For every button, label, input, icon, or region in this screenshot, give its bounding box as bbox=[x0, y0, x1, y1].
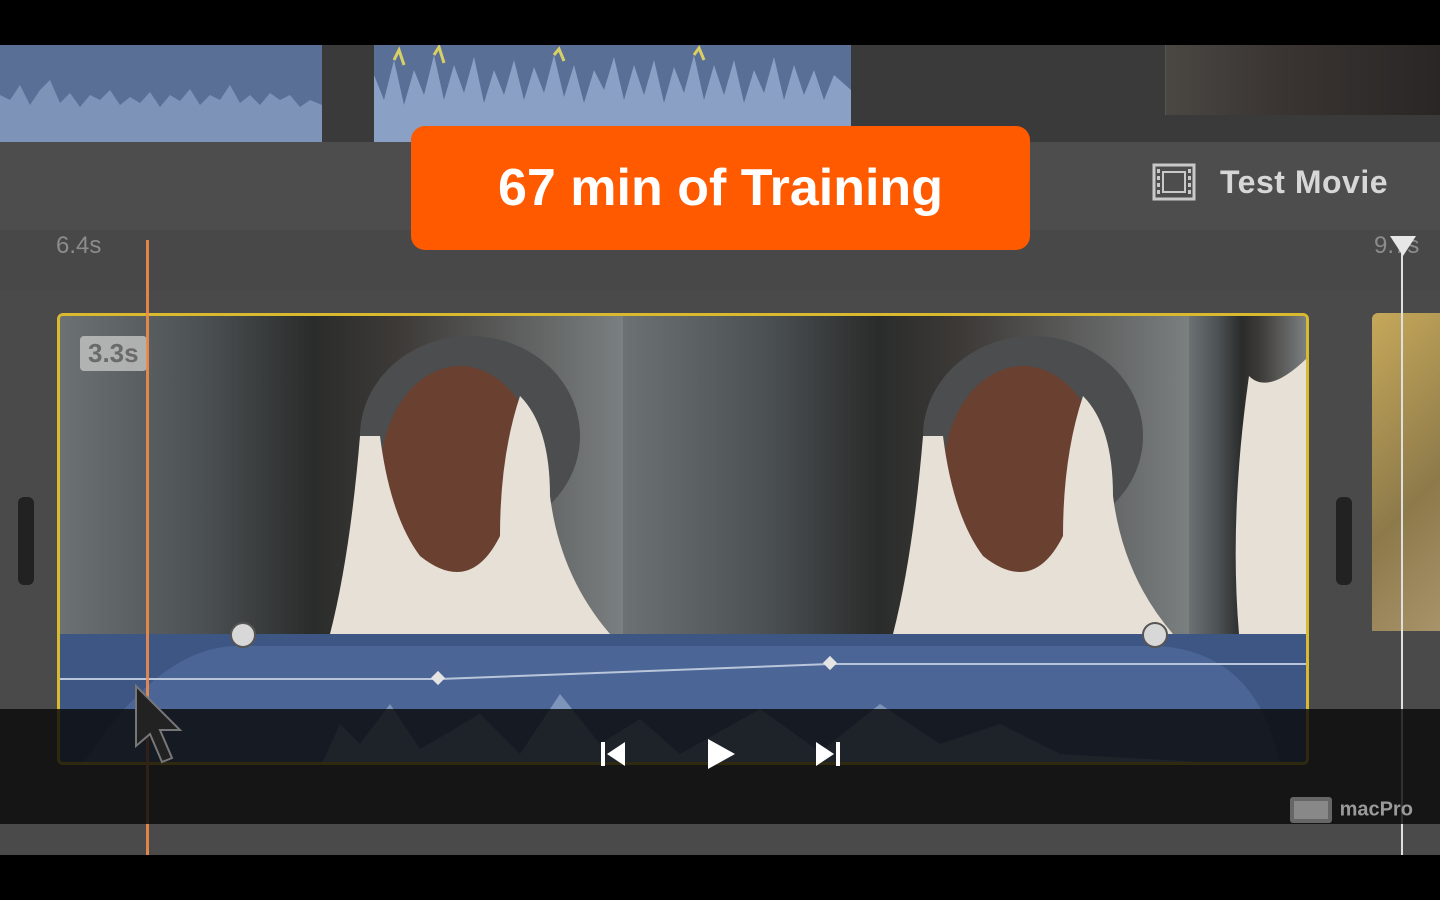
fade-handle-right[interactable] bbox=[1142, 622, 1168, 648]
project-title[interactable]: Test Movie bbox=[1220, 164, 1388, 201]
play-icon[interactable] bbox=[706, 738, 736, 775]
cursor-icon bbox=[134, 683, 194, 779]
clip-frame bbox=[623, 316, 1189, 634]
ruler-start-time: 6.4s bbox=[56, 232, 102, 259]
trim-handle-left[interactable] bbox=[18, 497, 34, 585]
fade-handle-left[interactable] bbox=[230, 622, 256, 648]
selected-clip[interactable] bbox=[57, 313, 1309, 765]
skimmer-marker-icon[interactable] bbox=[1390, 236, 1416, 256]
skip-back-icon[interactable] bbox=[601, 740, 627, 773]
playback-controls bbox=[0, 709, 1440, 824]
clip-frame bbox=[1189, 316, 1306, 634]
film-icon[interactable] bbox=[1152, 162, 1196, 207]
watermark-logo: macPro bbox=[1288, 793, 1413, 827]
audio-waveform-clip[interactable] bbox=[0, 45, 322, 142]
next-clip-thumbnail[interactable] bbox=[1372, 313, 1440, 631]
promo-text: 67 min of Training bbox=[498, 159, 943, 217]
clip-duration-badge: 3.3s bbox=[80, 336, 147, 371]
watermark-text: macPro bbox=[1339, 798, 1413, 821]
trim-handle-right[interactable] bbox=[1336, 497, 1352, 585]
skip-forward-icon[interactable] bbox=[814, 740, 840, 773]
video-thumbnail[interactable] bbox=[1165, 45, 1440, 115]
promo-banner: 67 min of Training bbox=[411, 126, 1030, 250]
